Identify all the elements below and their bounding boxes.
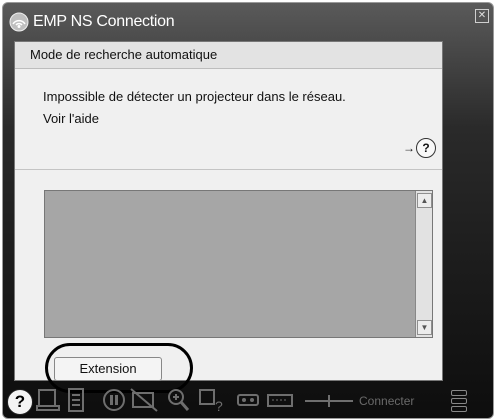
help-button[interactable]: → ?	[403, 138, 439, 160]
main-panel: Mode de recherche automatique Impossible…	[14, 41, 443, 393]
keyboard-icon[interactable]	[265, 387, 295, 413]
search-icon[interactable]: ?	[197, 387, 225, 413]
app-window: EMP NS Connection ✕ Mode de recherche au…	[2, 2, 494, 419]
close-button[interactable]: ✕	[475, 9, 489, 23]
mode-header: Mode de recherche automatique	[15, 42, 442, 69]
scroll-up-arrow-icon[interactable]: ▲	[417, 193, 432, 208]
status-message: Impossible de détecter un projecteur dan…	[43, 89, 346, 104]
connect-button[interactable]: Connecter	[359, 394, 414, 408]
scroll-down-arrow-icon[interactable]: ▼	[417, 320, 432, 335]
title-bar[interactable]: EMP NS Connection ✕	[3, 3, 493, 43]
svg-text:?: ?	[215, 398, 223, 413]
list-scrollbar[interactable]: ▲ ▼	[415, 191, 432, 337]
divider	[15, 169, 442, 170]
arrow-right-icon: →	[403, 141, 415, 155]
help-link[interactable]: Voir l'aide	[43, 111, 99, 126]
display-icon[interactable]	[35, 387, 61, 413]
search-mode-label: Mode de recherche automatique	[30, 47, 218, 62]
zoom-icon[interactable]	[165, 387, 191, 413]
projector-list[interactable]: ▲ ▼	[44, 190, 433, 338]
connect-plug-icon[interactable]	[235, 387, 261, 413]
bottom-toolbar: ? ? Connecter	[3, 385, 493, 418]
question-icon: ?	[416, 138, 436, 158]
connect-arrow-icon[interactable]	[301, 387, 357, 413]
help-icon[interactable]: ?	[7, 389, 33, 415]
window-title: EMP NS Connection	[33, 13, 175, 30]
no-display-icon[interactable]	[129, 387, 159, 413]
network-app-icon	[9, 12, 29, 32]
toolbar-grip-icon[interactable]	[451, 390, 467, 414]
list-icon[interactable]	[65, 387, 87, 413]
pause-icon[interactable]	[101, 387, 127, 413]
